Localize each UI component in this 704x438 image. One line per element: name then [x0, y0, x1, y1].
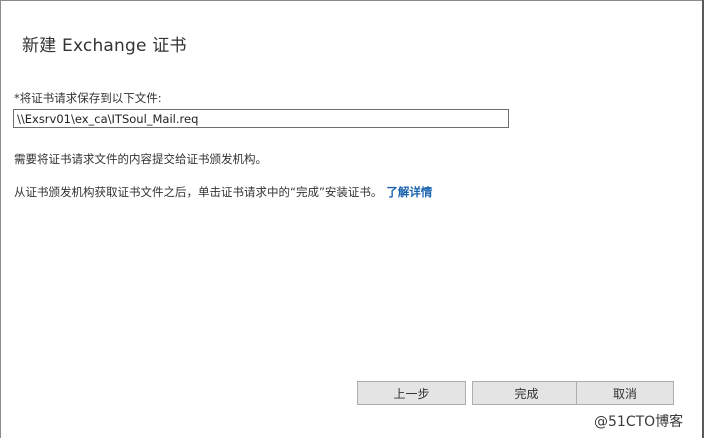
dialog-title: 新建 Exchange 证书 [22, 36, 187, 56]
watermark-text: @51CTO博客 [594, 414, 684, 430]
save-path-input[interactable] [13, 109, 509, 128]
window-border-left [0, 0, 1, 438]
window-border-top [0, 0, 704, 1]
finish-button[interactable]: 完成 [472, 381, 581, 405]
learn-more-link[interactable]: 了解详情 [386, 185, 432, 199]
save-path-label: *将证书请求保存到以下文件: [14, 91, 162, 105]
back-button[interactable]: 上一步 [357, 381, 466, 405]
install-info-text: 从证书颁发机构获取证书文件之后，单击证书请求中的“完成”安装证书。 了解详情 [14, 184, 432, 200]
submit-info-text: 需要将证书请求文件的内容提交给证书颁发机构。 [14, 152, 267, 166]
install-info-message: 从证书颁发机构获取证书文件之后，单击证书请求中的“完成”安装证书。 [14, 185, 383, 199]
cancel-button[interactable]: 取消 [576, 381, 674, 405]
